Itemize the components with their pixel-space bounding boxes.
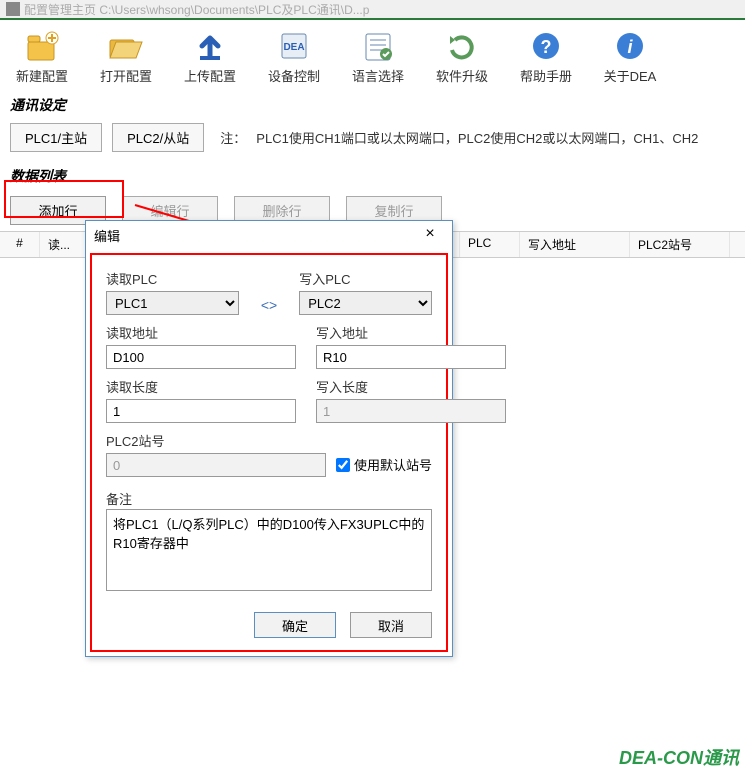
data-section-title: 数据列表: [0, 160, 745, 190]
comm-section-title: 通讯设定: [0, 89, 745, 119]
swap-button[interactable]: <>: [259, 297, 279, 313]
th-plc: PLC: [460, 232, 520, 257]
write-addr-input[interactable]: [316, 345, 506, 369]
th-plc2-station: PLC2站号: [630, 232, 730, 257]
device-control-icon: DEA: [274, 28, 314, 64]
write-plc-label: 写入PLC: [299, 269, 432, 288]
toolbar-label: 上传配置: [184, 66, 236, 85]
toolbar-label: 关于DEA: [604, 66, 657, 85]
toolbar-label: 新建配置: [16, 66, 68, 85]
ok-button[interactable]: 确定: [254, 612, 336, 638]
device-control-button[interactable]: DEA 设备控制: [256, 26, 332, 87]
software-update-button[interactable]: 软件升级: [424, 26, 500, 87]
write-len-label: 写入长度: [316, 377, 506, 396]
comm-note: PLC1使用CH1端口或以太网端口，PLC2使用CH2或以太网端口，CH1、CH…: [256, 128, 698, 147]
close-icon[interactable]: ×: [416, 225, 444, 245]
station-input: [106, 453, 326, 477]
use-default-checkbox-wrap[interactable]: 使用默认站号: [336, 455, 432, 477]
about-icon: i: [610, 28, 650, 64]
toolbar-label: 帮助手册: [520, 66, 572, 85]
dialog-titlebar[interactable]: 编辑 ×: [86, 221, 452, 249]
comm-row: PLC1/主站 PLC2/从站 注： PLC1使用CH1端口或以太网端口，PLC…: [0, 119, 745, 160]
help-button[interactable]: ? 帮助手册: [508, 26, 584, 87]
app-icon: [6, 2, 20, 16]
read-plc-select[interactable]: PLC1: [106, 291, 239, 315]
write-addr-label: 写入地址: [316, 323, 506, 342]
toolbar-label: 打开配置: [100, 66, 152, 85]
th-num: #: [0, 232, 40, 257]
use-default-checkbox[interactable]: [336, 458, 350, 472]
plc1-master-button[interactable]: PLC1/主站: [10, 123, 102, 152]
update-icon: [442, 28, 482, 64]
toolbar: 新建配置 打开配置 上传配置 DEA 设备控制 语言选择 软件升级 ? 帮助手册: [0, 20, 745, 89]
use-default-label: 使用默认站号: [354, 455, 432, 474]
dialog-body: 读取PLC PLC1 <> 写入PLC PLC2 读取地址 写入地址: [90, 253, 448, 652]
read-plc-label: 读取PLC: [106, 269, 239, 288]
read-len-label: 读取长度: [106, 377, 296, 396]
language-icon: [358, 28, 398, 64]
th-write-addr: 写入地址: [520, 232, 630, 257]
new-config-button[interactable]: 新建配置: [4, 26, 80, 87]
toolbar-label: 语言选择: [352, 66, 404, 85]
remark-label: 备注: [106, 492, 132, 507]
toolbar-label: 设备控制: [268, 66, 320, 85]
remark-textarea[interactable]: [106, 509, 432, 591]
write-plc-select[interactable]: PLC2: [299, 291, 432, 315]
language-button[interactable]: 语言选择: [340, 26, 416, 87]
write-len-input: [316, 399, 506, 423]
plc2-slave-button[interactable]: PLC2/从站: [112, 123, 204, 152]
station-label: PLC2站号: [106, 431, 326, 450]
cancel-button[interactable]: 取消: [350, 612, 432, 638]
svg-text:?: ?: [541, 37, 552, 57]
open-config-button[interactable]: 打开配置: [88, 26, 164, 87]
dialog-title: 编辑: [94, 226, 120, 245]
comm-note-label: 注：: [220, 128, 246, 147]
upload-config-icon: [190, 28, 230, 64]
upload-config-button[interactable]: 上传配置: [172, 26, 248, 87]
read-addr-label: 读取地址: [106, 323, 296, 342]
titlebar: 配置管理主页 C:\Users\whsong\Documents\PLC及PLC…: [0, 0, 745, 18]
titlebar-text: 配置管理主页 C:\Users\whsong\Documents\PLC及PLC…: [24, 1, 369, 18]
toolbar-label: 软件升级: [436, 66, 488, 85]
edit-dialog: 编辑 × 读取PLC PLC1 <> 写入PLC PLC2 读取: [85, 220, 453, 657]
help-icon: ?: [526, 28, 566, 64]
read-len-input[interactable]: [106, 399, 296, 423]
new-config-icon: [22, 28, 62, 64]
read-addr-input[interactable]: [106, 345, 296, 369]
open-config-icon: [106, 28, 146, 64]
footer-brand: DEA-CON通讯: [619, 744, 739, 770]
about-button[interactable]: i 关于DEA: [592, 26, 668, 87]
svg-text:DEA: DEA: [283, 42, 304, 53]
